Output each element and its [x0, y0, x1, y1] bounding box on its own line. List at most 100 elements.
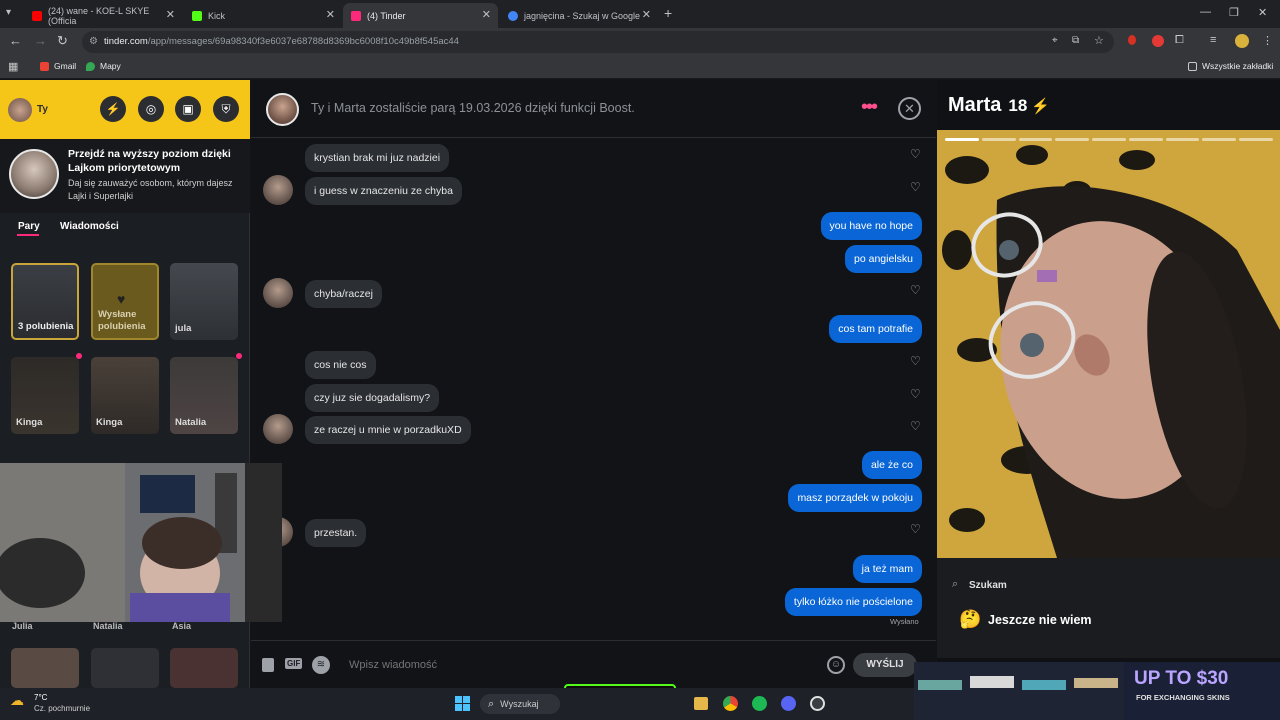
- like-heart-icon[interactable]: ♡: [910, 388, 922, 400]
- file-explorer-icon[interactable]: [694, 697, 708, 710]
- sent-message[interactable]: cos tam potrafie: [829, 315, 922, 343]
- tab-search-icon[interactable]: ▾: [6, 7, 11, 18]
- start-button[interactable]: [455, 696, 470, 711]
- sent-likes-card[interactable]: ♥ Wysłane polubienia: [91, 263, 159, 340]
- like-heart-icon[interactable]: ♡: [910, 148, 922, 160]
- new-tab-button[interactable]: +: [664, 5, 672, 21]
- close-window-button[interactable]: ✕: [1258, 6, 1267, 19]
- match-avatar[interactable]: [263, 278, 293, 308]
- match-card[interactable]: [11, 648, 79, 688]
- photo-progress-segment[interactable]: [1055, 138, 1090, 141]
- match-card[interactable]: jula: [170, 263, 238, 340]
- match-card[interactable]: [170, 648, 238, 688]
- more-options-icon[interactable]: •••: [861, 96, 878, 119]
- close-icon[interactable]: ✕: [642, 8, 651, 21]
- gif-button[interactable]: GIF: [285, 658, 303, 669]
- like-heart-icon[interactable]: ♡: [910, 355, 922, 367]
- profile-photo[interactable]: [937, 130, 1280, 558]
- photo-progress-segment[interactable]: [1202, 138, 1237, 141]
- match-card[interactable]: [91, 648, 159, 688]
- discord-icon[interactable]: [781, 696, 796, 711]
- sent-message[interactable]: masz porządek w pokoju: [788, 484, 922, 512]
- received-message[interactable]: przestan.: [305, 519, 367, 547]
- close-chat-button[interactable]: ✕: [898, 97, 921, 120]
- user-avatar[interactable]: [8, 98, 32, 122]
- priority-likes-promo[interactable]: Przejdź na wyższy poziom dzięki Lajkom p…: [0, 139, 250, 213]
- minimize-button[interactable]: —: [1200, 6, 1211, 18]
- extensions-puzzle-icon[interactable]: ⧠: [1175, 34, 1184, 47]
- likes-you-card[interactable]: 3 polubienia: [11, 263, 79, 340]
- like-heart-icon[interactable]: ♡: [910, 284, 922, 296]
- location-icon[interactable]: ⌖: [1052, 35, 1058, 46]
- emoji-icon[interactable]: ☺: [827, 656, 845, 674]
- extension-icon[interactable]: [1128, 35, 1136, 45]
- spotify-icon[interactable]: ≋: [312, 656, 330, 674]
- sent-message[interactable]: po angielsku: [845, 245, 922, 273]
- tab-youtube[interactable]: (24) wane - KOE-L SKYE (Officia ✕: [24, 3, 182, 28]
- close-icon[interactable]: ✕: [166, 8, 175, 21]
- taskbar-search[interactable]: ⌕ Wyszukaj: [480, 694, 560, 714]
- sent-message[interactable]: tylko łóżko nie pościelone: [784, 588, 922, 616]
- weather-desc[interactable]: Cz. pochmurnie: [34, 704, 90, 713]
- match-card[interactable]: Natalia: [170, 357, 238, 434]
- received-message[interactable]: ze raczej u mnie w porzadkuXD: [305, 416, 471, 444]
- profile-avatar[interactable]: [1235, 34, 1249, 48]
- message-input[interactable]: [349, 653, 809, 677]
- tab-tinder[interactable]: (4) Tinder ✕: [343, 3, 498, 28]
- photo-progress-segment[interactable]: [945, 138, 979, 141]
- match-avatar[interactable]: [266, 93, 299, 126]
- sent-message[interactable]: you have no hope: [820, 212, 922, 240]
- cast-icon[interactable]: ⧉: [1072, 35, 1079, 46]
- forward-button[interactable]: →: [34, 33, 47, 48]
- like-heart-icon[interactable]: ♡: [910, 420, 922, 432]
- received-message[interactable]: chyba/raczej: [305, 280, 382, 308]
- photo-progress-segment[interactable]: [1018, 138, 1053, 141]
- photo-progress-segment[interactable]: [1239, 138, 1274, 141]
- bookmark-star-icon[interactable]: ☆: [1094, 34, 1104, 47]
- bookmark-gmail[interactable]: Gmail: [40, 61, 76, 71]
- contact-card-icon[interactable]: [262, 658, 274, 672]
- explore-icon[interactable]: ◎: [138, 96, 164, 122]
- maximize-button[interactable]: ❐: [1229, 6, 1239, 19]
- match-avatar[interactable]: [263, 414, 293, 444]
- chrome-icon[interactable]: [723, 696, 738, 711]
- tab-messages[interactable]: Wiadomości: [60, 221, 119, 232]
- reload-button[interactable]: ↻: [57, 33, 68, 49]
- tab-kick[interactable]: Kick ✕: [184, 3, 342, 28]
- obs-icon[interactable]: [810, 696, 825, 711]
- received-message[interactable]: czy juz sie dogadalismy?: [305, 384, 440, 412]
- briefcase-icon[interactable]: ▣: [175, 96, 201, 122]
- apps-grid-icon[interactable]: ▦: [8, 60, 18, 73]
- photo-progress-segment[interactable]: [1092, 138, 1126, 141]
- photo-progress-segment[interactable]: [981, 138, 1016, 141]
- received-message[interactable]: krystian brak mi juz nadziei: [305, 144, 450, 172]
- like-heart-icon[interactable]: ♡: [910, 523, 922, 535]
- match-avatar[interactable]: [263, 175, 293, 205]
- close-icon[interactable]: ✕: [482, 8, 491, 21]
- sent-message[interactable]: ja też mam: [852, 555, 922, 583]
- match-card[interactable]: Kinga: [11, 357, 79, 434]
- photo-progress-segment[interactable]: [1128, 138, 1163, 141]
- boost-icon[interactable]: ⚡: [100, 96, 126, 122]
- all-bookmarks[interactable]: Wszystkie zakładki: [1188, 61, 1273, 71]
- user-label[interactable]: Ty: [37, 104, 48, 115]
- tab-pairs[interactable]: Pary: [18, 221, 40, 232]
- match-card[interactable]: Kinga: [91, 357, 159, 434]
- spotify-icon[interactable]: [752, 696, 767, 711]
- tab-google[interactable]: jagnięcina - Szukaj w Google ✕: [500, 3, 658, 28]
- reading-list-icon[interactable]: ≡: [1210, 34, 1216, 46]
- back-button[interactable]: ←: [9, 33, 22, 48]
- send-button[interactable]: WYŚLIJ: [853, 653, 917, 677]
- received-message[interactable]: i guess w znaczeniu ze chyba: [305, 177, 462, 205]
- extension-icon[interactable]: [1152, 35, 1164, 47]
- menu-icon[interactable]: ⋮: [1262, 34, 1273, 47]
- bookmark-maps[interactable]: Mapy: [86, 61, 121, 71]
- sent-message[interactable]: ale że co: [861, 451, 922, 479]
- weather-temp[interactable]: 7°C: [34, 693, 47, 702]
- shield-icon[interactable]: ⛨: [213, 96, 239, 122]
- close-icon[interactable]: ✕: [326, 8, 335, 21]
- address-bar[interactable]: ⚙ tinder.com/app/messages/69a98340f3e603…: [82, 31, 1114, 53]
- photo-progress-segment[interactable]: [1165, 138, 1200, 141]
- site-info-icon[interactable]: ⚙: [89, 36, 98, 47]
- ad-banner[interactable]: UP TO $30 FOR EXCHANGING SKINS: [914, 662, 1280, 720]
